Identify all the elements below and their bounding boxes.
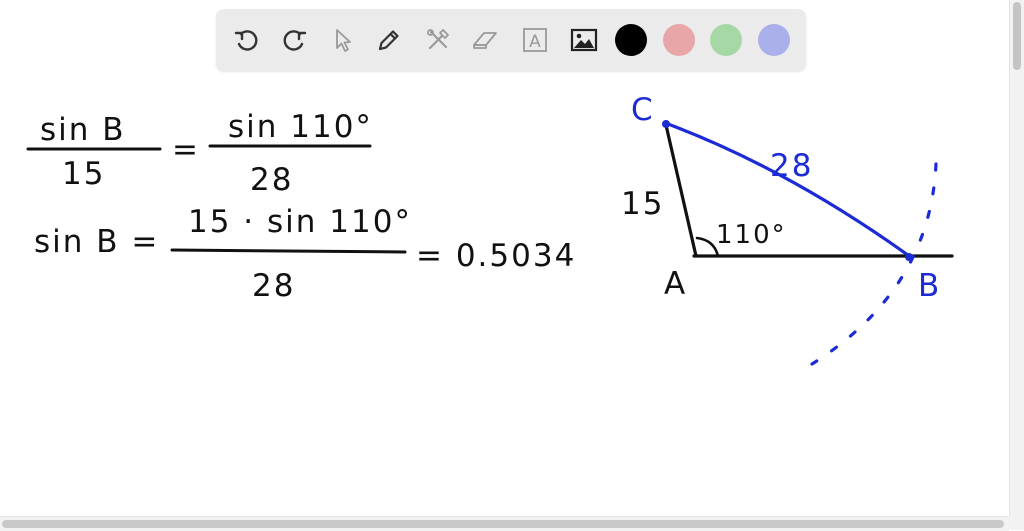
color-lavender-swatch[interactable]: [758, 24, 790, 56]
tools-button[interactable]: [421, 23, 455, 57]
drawing-toolbar: A: [216, 9, 806, 71]
tools-icon: [427, 29, 449, 50]
redo-icon: [283, 30, 307, 51]
side-cb-length: 28: [770, 148, 813, 184]
eq2-result: = 0.5034: [416, 238, 576, 274]
undo-button[interactable]: [230, 23, 264, 57]
color-pink-swatch[interactable]: [663, 24, 695, 56]
image-button[interactable]: [567, 23, 601, 57]
color-green-swatch[interactable]: [710, 24, 742, 56]
compass-arc-dotted: [810, 162, 938, 366]
whiteboard-canvas[interactable]: sin B 15 = sin 110° 28 sin B = 15 · sin …: [0, 80, 1009, 516]
eq2-fraction-bar: [170, 248, 407, 254]
triangle-side-ac: [664, 123, 698, 258]
horizontal-scrollbar[interactable]: [0, 516, 1009, 531]
eq2-lhs: sin B =: [34, 224, 159, 260]
eq2-numerator: 15 · sin 110°: [188, 204, 412, 240]
vertical-scrollbar[interactable]: [1009, 0, 1024, 516]
angle-a-arc: [695, 236, 720, 258]
image-icon: [570, 28, 598, 52]
color-black-swatch[interactable]: [615, 24, 647, 56]
text-tool-glyph: A: [529, 32, 541, 52]
scrollbar-corner: [1009, 516, 1024, 530]
whiteboard-drawing: sin B 15 = sin 110° 28 sin B = 15 · sin …: [26, 92, 954, 366]
vertex-a-label: A: [664, 266, 687, 302]
pen-button[interactable]: [372, 23, 406, 57]
eq1-left-numerator: sin B: [40, 112, 126, 148]
eq1-right-numerator: sin 110°: [228, 109, 373, 145]
redo-button[interactable]: [277, 23, 311, 57]
vertical-scroll-thumb[interactable]: [1013, 2, 1021, 70]
text-icon: A: [523, 28, 547, 52]
eq1-right-denominator: 28: [250, 162, 293, 198]
select-button[interactable]: [326, 23, 360, 57]
vertex-b-label: B: [918, 268, 941, 304]
triangle-side-cb: [666, 122, 914, 260]
vertex-c-label: C: [631, 92, 655, 128]
eraser-button[interactable]: [468, 23, 502, 57]
undo-icon: [234, 30, 258, 51]
eq2-denominator: 28: [252, 268, 295, 304]
angle-a-measure: 110°: [716, 220, 787, 250]
eq1-equals-sign: =: [172, 132, 200, 168]
vertex-c-point: [662, 120, 670, 128]
pen-icon: [378, 30, 399, 51]
select-icon: [336, 29, 351, 52]
horizontal-scroll-thumb[interactable]: [2, 520, 1004, 528]
eraser-icon: [473, 32, 497, 49]
text-button[interactable]: A: [518, 23, 552, 57]
eq1-left-denominator: 15: [62, 156, 105, 192]
side-ac-length: 15: [621, 186, 664, 222]
